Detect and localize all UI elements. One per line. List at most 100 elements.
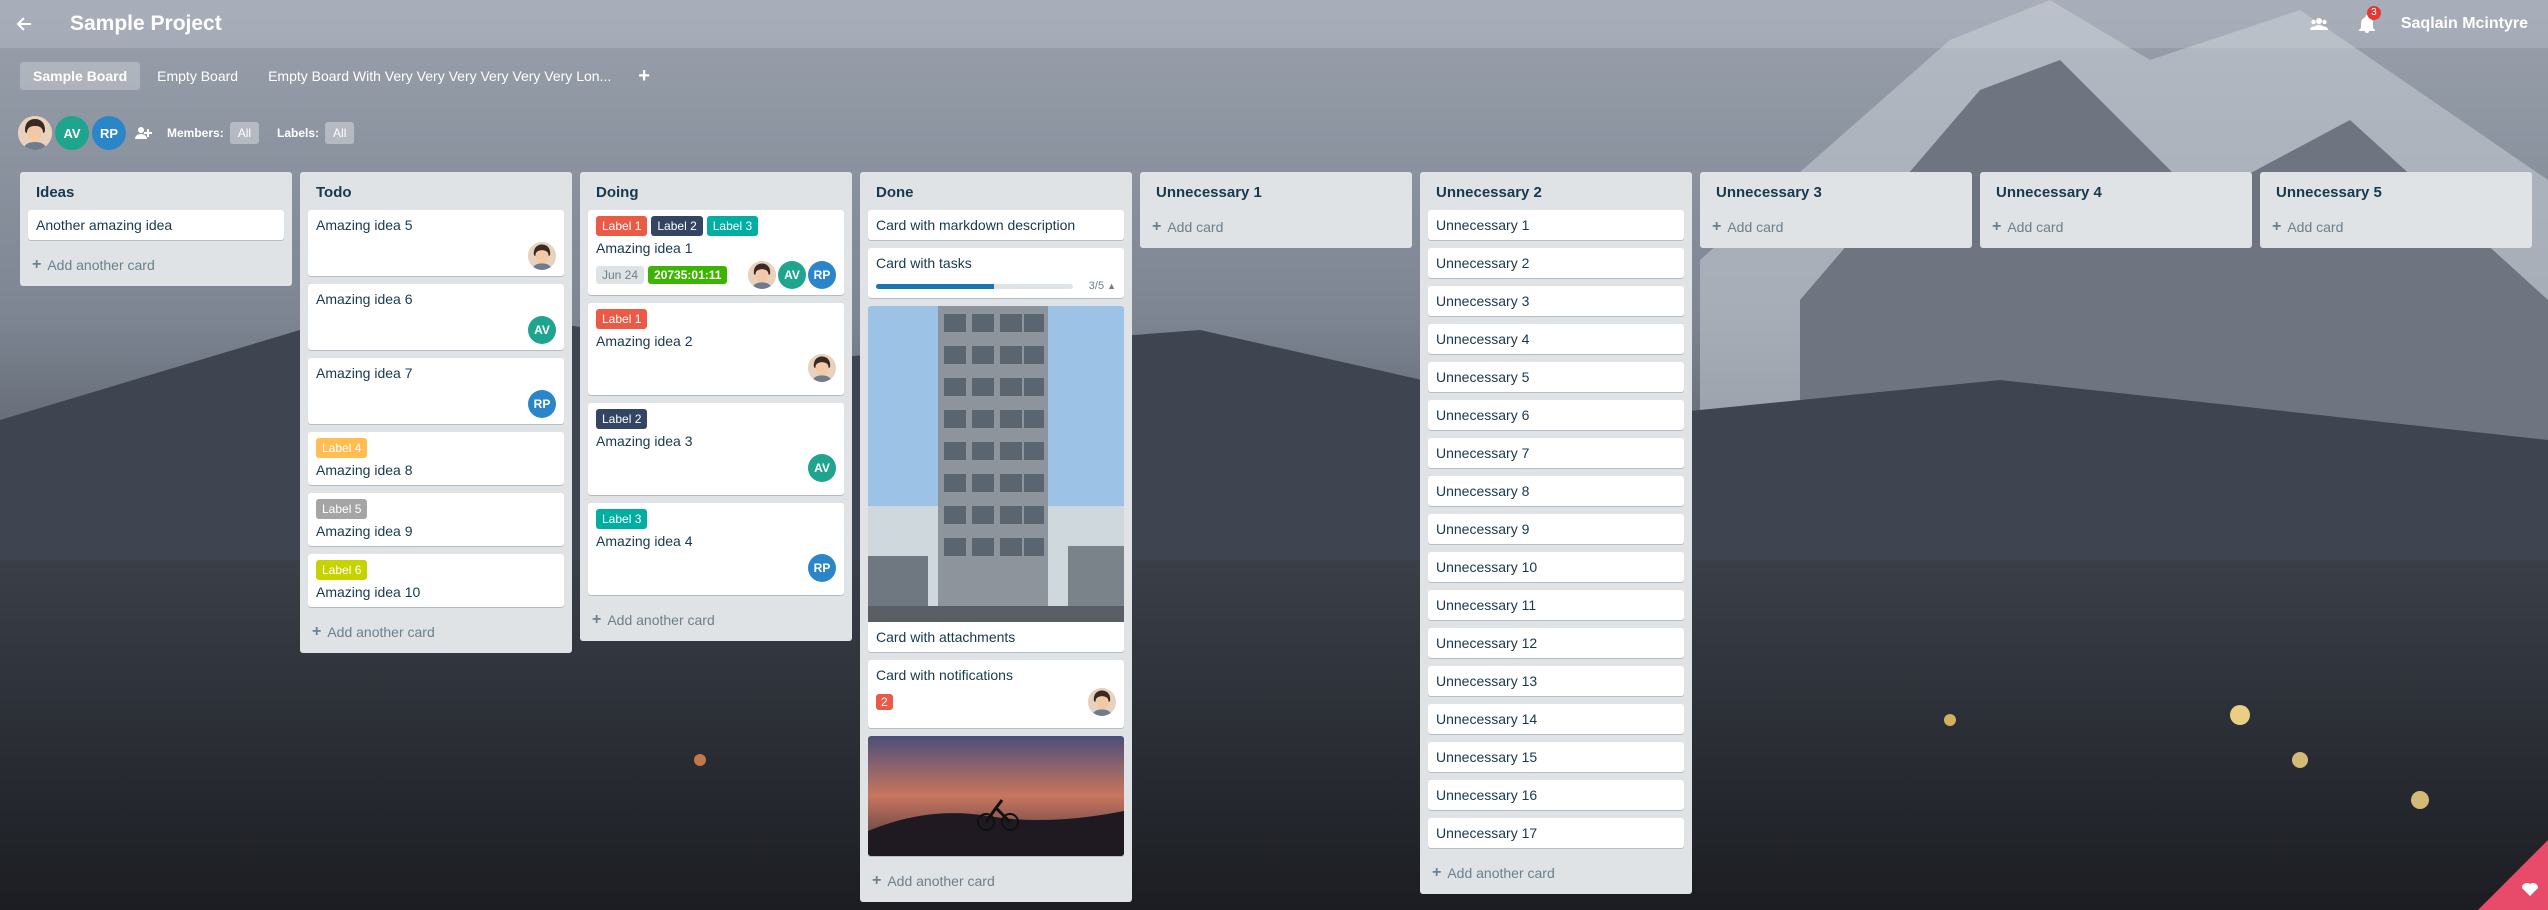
card[interactable]: Card with tasks 3/5 ▲ bbox=[868, 248, 1124, 298]
card-label: Label 3 bbox=[596, 509, 648, 529]
card-title: Unnecessary 12 bbox=[1436, 635, 1538, 651]
add-card-label: Add card bbox=[1167, 219, 1224, 235]
card-title: Unnecessary 6 bbox=[1436, 407, 1530, 423]
card[interactable] bbox=[868, 736, 1124, 856]
card-title: Amazing idea 9 bbox=[316, 523, 413, 539]
list-todo: Todo Amazing idea 5 Amazing idea 6 AV Am… bbox=[300, 172, 572, 653]
card-title: Unnecessary 8 bbox=[1436, 483, 1530, 499]
add-card-button[interactable]: + Add card bbox=[2268, 210, 2524, 244]
card-member-avatar: AV bbox=[808, 454, 836, 482]
list-title[interactable]: Unnecessary 1 bbox=[1148, 172, 1404, 210]
add-card-button[interactable]: + Add another card bbox=[1428, 856, 1684, 890]
members-filter-dropdown[interactable]: All bbox=[229, 122, 260, 144]
card[interactable]: Unnecessary 9 bbox=[1428, 514, 1684, 544]
labels-filter-dropdown[interactable]: All bbox=[325, 122, 355, 144]
tab-empty-board-long[interactable]: Empty Board With Very Very Very Very Ver… bbox=[255, 62, 624, 90]
tab-sample-board[interactable]: Sample Board bbox=[20, 62, 141, 90]
tasks-count: 3/5 bbox=[1088, 280, 1105, 292]
card-member-avatar: RP bbox=[528, 390, 556, 418]
card[interactable]: Unnecessary 10 bbox=[1428, 552, 1684, 582]
add-card-button[interactable]: + Add card bbox=[1988, 210, 2244, 244]
list-title[interactable]: Unnecessary 5 bbox=[2268, 172, 2524, 210]
card[interactable]: Label 3 Amazing idea 4 RP bbox=[588, 503, 844, 595]
card[interactable]: Unnecessary 16 bbox=[1428, 780, 1684, 810]
add-card-button[interactable]: + Add card bbox=[1148, 210, 1404, 244]
card-title: Amazing idea 3 bbox=[596, 433, 693, 449]
card[interactable]: Label 6 Amazing idea 10 bbox=[308, 554, 564, 607]
card-title: Unnecessary 16 bbox=[1436, 787, 1538, 803]
add-card-button[interactable]: + Add card bbox=[1708, 210, 1964, 244]
back-button[interactable] bbox=[0, 0, 48, 48]
card-member-avatar: RP bbox=[808, 554, 836, 582]
plus-icon: + bbox=[592, 611, 602, 628]
card-member-avatar: RP bbox=[808, 261, 836, 289]
corner-ribbon[interactable] bbox=[2478, 840, 2548, 910]
user-name[interactable]: Saqlain Mcintyre bbox=[2401, 15, 2528, 33]
list-doing: Doing Label 1 Label 2 Label 3 Amazing id… bbox=[580, 172, 852, 641]
card[interactable]: Unnecessary 15 bbox=[1428, 742, 1684, 772]
card[interactable]: Amazing idea 6 AV bbox=[308, 284, 564, 350]
add-card-label: Add card bbox=[2007, 219, 2064, 235]
add-card-label: Add another card bbox=[887, 873, 995, 889]
card-title: Amazing idea 5 bbox=[316, 217, 413, 233]
tab-empty-board[interactable]: Empty Board bbox=[144, 62, 251, 90]
notifications-button[interactable]: 3 bbox=[2343, 0, 2391, 48]
add-member-button[interactable] bbox=[135, 126, 153, 140]
card[interactable]: Unnecessary 6 bbox=[1428, 400, 1684, 430]
card-notification-badge: 2 bbox=[876, 694, 893, 710]
add-card-label: Add another card bbox=[327, 624, 435, 640]
list-title[interactable]: Doing bbox=[588, 172, 844, 210]
card[interactable]: Card with notifications 2 bbox=[868, 660, 1124, 728]
chevron-up-icon[interactable]: ▲ bbox=[1107, 281, 1116, 291]
user-photo-icon bbox=[748, 261, 776, 289]
card[interactable]: Unnecessary 5 bbox=[1428, 362, 1684, 392]
card[interactable]: Unnecessary 1 bbox=[1428, 210, 1684, 240]
card[interactable]: Unnecessary 8 bbox=[1428, 476, 1684, 506]
add-card-button[interactable]: + Add another card bbox=[868, 864, 1124, 898]
filter-bar: AV RP Members: All Labels: All bbox=[18, 114, 372, 152]
list-title[interactable]: Ideas bbox=[28, 172, 284, 210]
board-tabs: Sample Board Empty Board Empty Board Wit… bbox=[0, 60, 664, 92]
list-unnecessary-5: Unnecessary 5 + Add card bbox=[2260, 172, 2532, 248]
card-label: Label 4 bbox=[316, 438, 368, 458]
member-avatar-photo[interactable] bbox=[18, 116, 52, 150]
card[interactable]: Unnecessary 4 bbox=[1428, 324, 1684, 354]
card[interactable]: Card with markdown description bbox=[868, 210, 1124, 240]
card[interactable]: Label 5 Amazing idea 9 bbox=[308, 493, 564, 546]
card[interactable]: Unnecessary 12 bbox=[1428, 628, 1684, 658]
arrow-left-icon bbox=[16, 17, 31, 31]
card[interactable]: Label 1 Amazing idea 2 bbox=[588, 303, 844, 395]
list-title[interactable]: Unnecessary 2 bbox=[1428, 172, 1684, 210]
add-board-button[interactable]: + bbox=[628, 66, 660, 86]
card[interactable]: Card with attachments bbox=[868, 306, 1124, 652]
list-title[interactable]: Done bbox=[868, 172, 1124, 210]
member-avatar-av[interactable]: AV bbox=[55, 116, 89, 150]
card[interactable]: Unnecessary 14 bbox=[1428, 704, 1684, 734]
card[interactable]: Amazing idea 5 bbox=[308, 210, 564, 276]
card-title: Card with tasks bbox=[876, 255, 972, 271]
card[interactable]: Label 1 Label 2 Label 3 Amazing idea 1 J… bbox=[588, 210, 844, 295]
list-title[interactable]: Unnecessary 3 bbox=[1708, 172, 1964, 210]
list-title[interactable]: Todo bbox=[308, 172, 564, 210]
card[interactable]: Label 4 Amazing idea 8 bbox=[308, 432, 564, 485]
card[interactable]: Amazing idea 7 RP bbox=[308, 358, 564, 424]
card[interactable]: Unnecessary 3 bbox=[1428, 286, 1684, 316]
card[interactable]: Unnecessary 11 bbox=[1428, 590, 1684, 620]
users-button[interactable] bbox=[2295, 0, 2343, 48]
card[interactable]: Unnecessary 2 bbox=[1428, 248, 1684, 278]
card[interactable]: Unnecessary 7 bbox=[1428, 438, 1684, 468]
card-label: Label 6 bbox=[316, 560, 368, 580]
add-card-button[interactable]: + Add another card bbox=[308, 615, 564, 649]
list-unnecessary-3: Unnecessary 3 + Add card bbox=[1700, 172, 1972, 248]
add-card-button[interactable]: + Add another card bbox=[588, 603, 844, 637]
card[interactable]: Another amazing idea bbox=[28, 210, 284, 240]
list-title[interactable]: Unnecessary 4 bbox=[1988, 172, 2244, 210]
card-title: Unnecessary 4 bbox=[1436, 331, 1530, 347]
card[interactable]: Label 2 Amazing idea 3 AV bbox=[588, 403, 844, 495]
add-card-button[interactable]: + Add another card bbox=[28, 248, 284, 282]
member-avatar-rp[interactable]: RP bbox=[92, 116, 126, 150]
card[interactable]: Unnecessary 13 bbox=[1428, 666, 1684, 696]
plus-icon: + bbox=[1992, 218, 2002, 235]
plus-icon: + bbox=[872, 872, 882, 889]
card[interactable]: Unnecessary 17 bbox=[1428, 818, 1684, 848]
